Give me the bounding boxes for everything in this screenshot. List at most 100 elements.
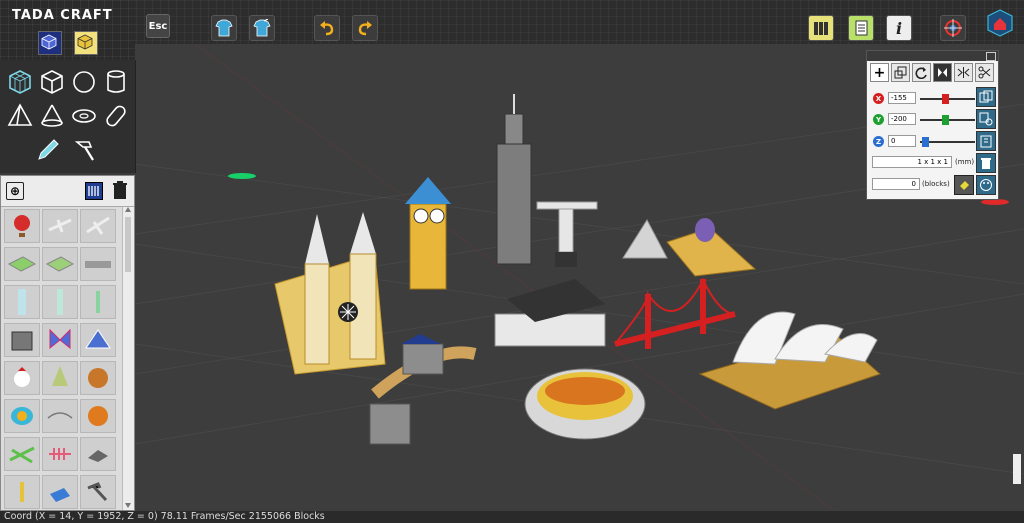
library-item-building[interactable]: [4, 323, 40, 357]
library-item-glass-column[interactable]: [4, 285, 40, 319]
undo-button[interactable]: [314, 15, 340, 41]
hammer-tool[interactable]: [72, 136, 100, 164]
books-icon: [88, 186, 99, 196]
airplane-icon: [48, 218, 72, 233]
info-button[interactable]: i: [886, 15, 912, 41]
library-item-butterfly[interactable]: [42, 323, 78, 357]
library-item-jet-plane[interactable]: [80, 209, 116, 243]
library-item-bridge[interactable]: [42, 399, 78, 433]
library-item-map-scene-2[interactable]: [42, 247, 78, 281]
capsule-shape[interactable]: [102, 102, 130, 130]
library-item-glass-tube[interactable]: [42, 285, 78, 319]
paste-icon: [980, 135, 992, 148]
library-books-button[interactable]: [85, 182, 103, 200]
library-item-hot-air-balloon[interactable]: [4, 209, 40, 243]
library-scrollbar[interactable]: [122, 207, 134, 510]
viewport-scrollbar[interactable]: [1013, 454, 1021, 484]
delete-model-button[interactable]: [111, 180, 129, 200]
x-slider[interactable]: [920, 94, 975, 104]
bridge-icon: [47, 412, 73, 419]
library-icon: [814, 22, 828, 35]
library-button[interactable]: [808, 15, 834, 41]
delete-button[interactable]: [976, 153, 996, 173]
open-button[interactable]: [211, 15, 237, 41]
x-slider-knob[interactable]: [941, 94, 949, 104]
scroll-up-icon[interactable]: [125, 207, 131, 212]
model-library-panel: ⊕: [0, 175, 135, 511]
panel-restore-icon[interactable]: [986, 52, 996, 61]
pencil-tool[interactable]: [34, 136, 62, 164]
library-item-tree[interactable]: [42, 361, 78, 395]
cylinder-shape[interactable]: [102, 68, 130, 96]
z-slider[interactable]: [920, 137, 975, 147]
redo-button[interactable]: [352, 15, 378, 41]
cube-shape[interactable]: [38, 68, 66, 96]
library-item-chicken[interactable]: [4, 361, 40, 395]
library-item-rocket[interactable]: [4, 475, 40, 509]
target-button[interactable]: [940, 15, 966, 41]
y-slider-knob[interactable]: [941, 115, 949, 125]
library-item-fish-face[interactable]: [4, 399, 40, 433]
rotate-icon: [915, 67, 927, 79]
library-item-car[interactable]: [80, 437, 116, 471]
scale-icon: [894, 66, 907, 79]
mirror-icon: [957, 67, 970, 78]
z-value-field[interactable]: 0: [888, 135, 916, 147]
move-tool-button[interactable]: +: [870, 63, 889, 82]
y-slider[interactable]: [920, 115, 975, 125]
cone-shape[interactable]: [38, 102, 66, 130]
trash-icon: [981, 158, 991, 169]
duplicate-button[interactable]: [976, 109, 996, 129]
cut-tool-button[interactable]: [975, 63, 994, 82]
library-item-map-scene-1[interactable]: [4, 247, 40, 281]
cube-icon: [41, 70, 63, 94]
library-item-mountain-scene[interactable]: [80, 323, 116, 357]
home-view-button[interactable]: [985, 8, 1015, 38]
document-list-button[interactable]: [848, 15, 874, 41]
logo-area: TADA CRAFT: [0, 0, 135, 60]
library-item-fishbone[interactable]: [42, 437, 78, 471]
library-item-solar-panel[interactable]: [42, 475, 78, 509]
torus-icon: [72, 109, 96, 123]
tiger-face-icon: [88, 406, 108, 426]
library-item-train[interactable]: [80, 247, 116, 281]
x-value-field[interactable]: -155: [888, 92, 916, 104]
shirt-open-icon: [215, 19, 233, 37]
bottle-icon: [96, 291, 100, 313]
copy-button[interactable]: [976, 87, 996, 107]
library-item-airplane[interactable]: [42, 209, 78, 243]
colosseum-model[interactable]: [524, 368, 646, 440]
blocks-field[interactable]: 0: [872, 178, 920, 190]
x-axis-icon: X: [873, 93, 884, 104]
cylinder-icon: [107, 70, 125, 93]
palette-button[interactable]: [976, 175, 996, 195]
paste-button[interactable]: [976, 131, 996, 151]
library-item-bottle[interactable]: [80, 285, 116, 319]
library-item-tiger-face[interactable]: [80, 399, 116, 433]
pyramid-shape[interactable]: [6, 102, 34, 130]
mirror-tool-button[interactable]: [954, 63, 973, 82]
scroll-thumb[interactable]: [125, 217, 131, 272]
tree-icon: [52, 366, 68, 386]
solar-panel-icon: [50, 488, 70, 502]
align-tool-button[interactable]: [933, 63, 952, 82]
size-field[interactable]: 1 x 1 x 1: [872, 156, 952, 168]
save-button[interactable]: [249, 15, 275, 41]
library-item-cow-face[interactable]: [80, 361, 116, 395]
library-item-grass[interactable]: [4, 437, 40, 471]
escape-button[interactable]: Esc: [146, 14, 170, 38]
z-slider-knob[interactable]: [922, 137, 930, 147]
add-model-button[interactable]: ⊕: [6, 182, 24, 200]
scroll-down-icon[interactable]: [125, 503, 131, 508]
library-item-hammer[interactable]: [80, 475, 116, 509]
rotate-tool-button[interactable]: [912, 63, 931, 82]
scale-tool-button[interactable]: [891, 63, 910, 82]
transform-panel: + X -155 Y -200 Z 0 1 x 1 x 1 (mm) 0 (bl…: [866, 50, 999, 200]
view-mode-blue-button[interactable]: [38, 31, 62, 55]
y-value-field[interactable]: -200: [888, 113, 916, 125]
torus-shape[interactable]: [70, 102, 98, 130]
paint-bucket-button[interactable]: [954, 175, 974, 195]
sphere-shape[interactable]: [70, 68, 98, 96]
view-mode-yellow-button[interactable]: [74, 31, 98, 55]
wire-cube-shape[interactable]: [6, 68, 34, 96]
